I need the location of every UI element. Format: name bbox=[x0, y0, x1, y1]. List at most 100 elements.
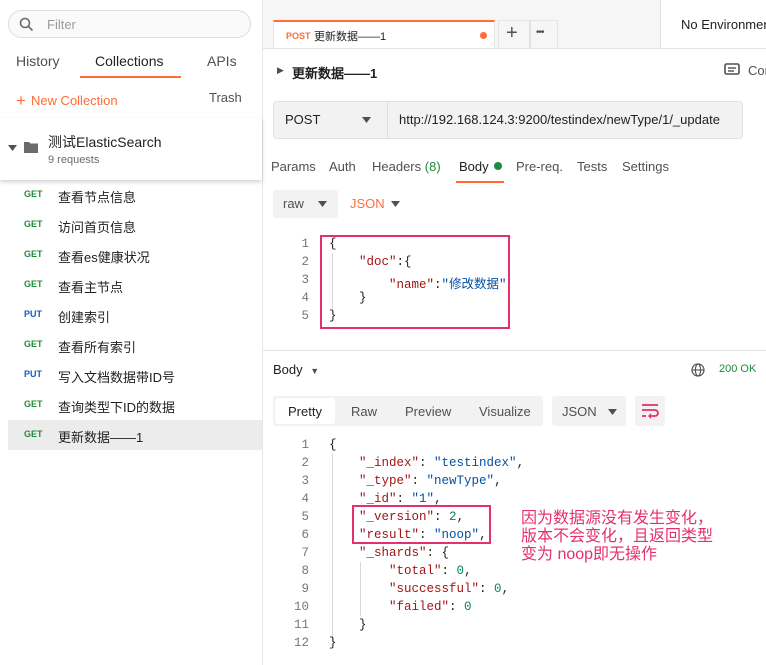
tab-settings[interactable]: Settings bbox=[622, 159, 669, 174]
line-number: 6 bbox=[301, 528, 309, 542]
status-badge[interactable]: 200 OK bbox=[719, 363, 756, 375]
body-active-dot-icon bbox=[493, 162, 502, 170]
view-pretty[interactable]: Pretty bbox=[288, 404, 322, 419]
response-format-value: JSON bbox=[562, 404, 597, 419]
annotation-line: 因为数据源没有发生变化， bbox=[521, 510, 714, 527]
request-name: 查看所有索引 bbox=[58, 340, 137, 355]
response-body-title[interactable]: Body ▼ bbox=[273, 362, 319, 377]
body-format-select[interactable]: JSON bbox=[350, 196, 385, 211]
line-number: 4 bbox=[301, 291, 309, 305]
body-mode-value: raw bbox=[283, 196, 304, 211]
wrap-lines-icon bbox=[642, 404, 659, 419]
request-method: GET bbox=[24, 429, 43, 439]
new-collection-button[interactable]: + New Collection bbox=[16, 90, 118, 110]
wrap-lines-button[interactable] bbox=[635, 396, 665, 426]
search-field[interactable] bbox=[8, 10, 251, 38]
tab-options-button[interactable]: ••• bbox=[530, 20, 558, 48]
tab-body[interactable]: Body bbox=[459, 159, 502, 174]
response-body-label: Body bbox=[273, 362, 303, 377]
method-value: POST bbox=[285, 112, 321, 127]
code-line: } bbox=[329, 636, 337, 650]
caret-down-icon bbox=[362, 117, 371, 123]
request-method: GET bbox=[24, 279, 43, 289]
request-name: 查询类型下ID的数据 bbox=[58, 400, 176, 415]
trash-button[interactable]: Trash bbox=[209, 90, 242, 105]
code-line: "_shards": { bbox=[359, 546, 450, 560]
tab-headers-label: Headers bbox=[372, 159, 422, 174]
plus-icon: + bbox=[16, 91, 26, 110]
line-number: 8 bbox=[301, 564, 309, 578]
response-format-select[interactable]: JSON bbox=[552, 396, 626, 426]
code-line: "_type": "newType", bbox=[359, 474, 502, 488]
folder-icon bbox=[24, 142, 38, 153]
comment-icon[interactable] bbox=[724, 63, 740, 77]
view-preview[interactable]: Preview bbox=[405, 404, 451, 419]
comments-label: Comments bbox=[748, 63, 766, 78]
request-name: 访问首页信息 bbox=[58, 220, 137, 235]
tab-history[interactable]: History bbox=[16, 53, 60, 69]
request-method: PUT bbox=[24, 369, 42, 379]
search-icon bbox=[19, 17, 34, 32]
new-tab-button[interactable]: + bbox=[498, 20, 530, 48]
request-method: GET bbox=[24, 219, 43, 229]
tab-params[interactable]: Params bbox=[271, 159, 316, 174]
request-item[interactable]: GET 查询类型下ID的数据 bbox=[0, 390, 262, 420]
code-line: } bbox=[329, 618, 367, 632]
line-number: 7 bbox=[301, 546, 309, 560]
plus-icon: + bbox=[506, 22, 518, 44]
caret-down-icon[interactable] bbox=[391, 201, 400, 207]
collection-name[interactable]: 测试ElasticSearch bbox=[48, 132, 162, 152]
line-number: 1 bbox=[301, 438, 309, 452]
comments-button[interactable]: Comments bbox=[748, 60, 766, 82]
tab-apis[interactable]: APIs bbox=[207, 53, 237, 69]
code-line: "name":"修改数据" bbox=[389, 278, 507, 292]
request-item[interactable]: GET 访问首页信息 bbox=[0, 210, 262, 240]
globe-icon[interactable] bbox=[691, 363, 705, 377]
code-line: { bbox=[329, 438, 337, 452]
request-item[interactable]: GET 查看节点信息 bbox=[0, 180, 262, 210]
request-item[interactable]: GET 更新数据——1 bbox=[8, 420, 262, 450]
request-name: 查看节点信息 bbox=[58, 190, 137, 205]
code-line: "_index": "testindex", bbox=[359, 456, 525, 470]
request-item[interactable]: PUT 写入文档数据带ID号 bbox=[0, 360, 262, 390]
headers-count: (8) bbox=[424, 159, 441, 174]
tab-collections[interactable]: Collections bbox=[95, 53, 163, 69]
request-tab-method: POST bbox=[286, 31, 311, 41]
tab-auth[interactable]: Auth bbox=[329, 159, 356, 174]
tab-body-label: Body bbox=[459, 159, 489, 174]
request-item[interactable]: PUT 创建索引 bbox=[0, 300, 262, 330]
line-number: 10 bbox=[293, 600, 309, 614]
view-visualize[interactable]: Visualize bbox=[479, 404, 531, 419]
active-tab-indicator bbox=[456, 181, 504, 183]
code-line: "_id": "1", bbox=[359, 492, 442, 506]
request-name: 查看主节点 bbox=[58, 280, 124, 295]
view-raw[interactable]: Raw bbox=[351, 404, 377, 419]
request-item[interactable]: GET 查看所有索引 bbox=[0, 330, 262, 360]
annotation-note: 因为数据源没有发生变化， 版本不会变化，且返回类型 变为 noop即无操作 bbox=[521, 510, 761, 564]
tab-headers[interactable]: Headers (8) bbox=[372, 159, 441, 174]
code-line: "doc":{ bbox=[359, 255, 412, 269]
code-line: "successful": 0, bbox=[389, 582, 510, 596]
request-method: PUT bbox=[24, 309, 42, 319]
chevron-right-icon[interactable]: ▶ bbox=[277, 65, 284, 76]
search-input[interactable] bbox=[45, 16, 239, 33]
tab-tests[interactable]: Tests bbox=[577, 159, 607, 174]
caret-down-icon[interactable] bbox=[8, 143, 17, 152]
line-number: 11 bbox=[293, 618, 309, 632]
request-name: 更新数据——1 bbox=[58, 430, 144, 445]
caret-down-icon bbox=[608, 409, 617, 415]
code-line: } bbox=[329, 309, 337, 323]
code-line: "result": "noop", bbox=[359, 528, 487, 542]
body-format-value: JSON bbox=[350, 196, 385, 211]
request-method: GET bbox=[24, 189, 43, 199]
line-number: 5 bbox=[301, 510, 309, 524]
tab-pre-request[interactable]: Pre-req. bbox=[516, 159, 563, 174]
request-item[interactable]: GET 查看es健康状况 bbox=[0, 240, 262, 270]
unsaved-dot-icon bbox=[480, 32, 487, 39]
annotation-line: 版本不会变化，且返回类型 bbox=[521, 528, 714, 545]
line-number: 5 bbox=[301, 309, 309, 323]
request-item[interactable]: GET 查看主节点 bbox=[0, 270, 262, 300]
request-method: GET bbox=[24, 339, 43, 349]
request-title[interactable]: 更新数据——1 bbox=[292, 63, 377, 82]
request-tab-name: 更新数据——1 bbox=[314, 31, 387, 43]
